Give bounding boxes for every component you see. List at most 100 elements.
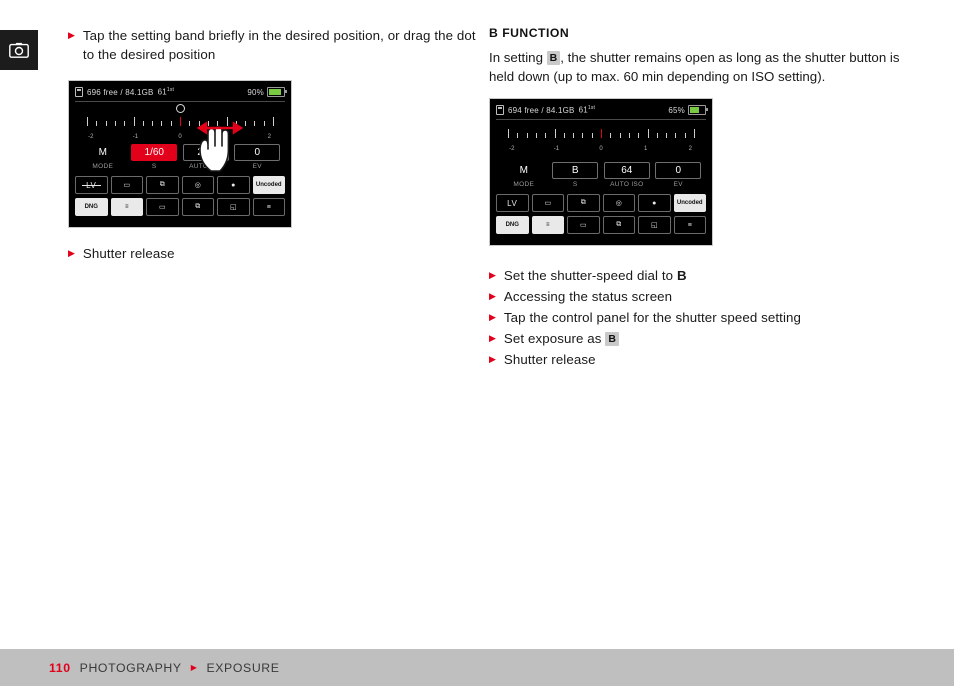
bullet-arrow-icon: ▶ <box>489 312 496 322</box>
step-item: ▶ Set exposure as B <box>489 329 901 348</box>
panel-cell-iso[interactable]: 200 AUTO ISO <box>180 142 232 170</box>
profile-glyph: ● <box>652 199 657 207</box>
scale-num: -2 <box>509 146 515 152</box>
scale-num: -1 <box>132 134 139 140</box>
flash-glyph: ◱ <box>650 222 658 229</box>
shots-suffix: 1st <box>166 87 175 94</box>
dng-label: DNG <box>84 204 98 210</box>
scale-num: 0 <box>178 134 182 140</box>
camera-status-screen-left: 696 free / 84.1GB 611st 90% -2 -1 0 1 2 … <box>68 80 292 228</box>
panel-cell-ev[interactable]: 0 EV <box>232 142 284 170</box>
uncoded-lens-button[interactable]: Uncoded <box>252 176 285 194</box>
memory-card-icon <box>75 87 83 97</box>
shots-count: 611st <box>579 105 596 115</box>
step-item: ▶ Set the shutter-speed dial to B <box>489 266 901 285</box>
frame-icon[interactable]: ▭ <box>110 176 143 194</box>
control-panel: M MODE B S 64 AUTO ISO 0 EV <box>496 160 706 188</box>
frame-glyph: ▭ <box>123 182 131 189</box>
step-item: ▶ Accessing the status screen <box>489 287 901 306</box>
scale-drag-dot[interactable] <box>176 104 185 113</box>
panel-cell-mode[interactable]: M MODE <box>498 160 550 188</box>
panel-cell-iso[interactable]: 64 AUTO ISO <box>601 160 653 188</box>
step-list: ▶ Set the shutter-speed dial to B ▶ Acce… <box>489 266 901 369</box>
step-text: Shutter release <box>503 352 596 367</box>
resolution-icon[interactable]: ≡ <box>110 198 143 216</box>
profile-glyph: ● <box>231 181 236 189</box>
page-number: 110 <box>49 660 71 675</box>
panel-label-ev: EV <box>673 181 683 188</box>
scale-num: -2 <box>88 134 94 140</box>
flash-icon[interactable]: ◱ <box>217 198 250 216</box>
control-panel: M MODE 1/60 S 200 AUTO ISO 0 EV <box>75 142 285 170</box>
section-paragraph: In setting B, the shutter remains open a… <box>489 48 901 86</box>
scale-num: 2 <box>688 146 692 152</box>
panel-cell-shutter[interactable]: 1/60 S <box>129 142 181 170</box>
drive-mode-icon[interactable]: ⧉ <box>602 216 635 234</box>
aspect-glyph: ▭ <box>158 204 166 211</box>
profile-icon[interactable]: ● <box>217 176 250 194</box>
lv-button[interactable]: LV <box>75 176 108 194</box>
section-heading: B FUNCTION <box>489 26 570 40</box>
resolution-icon[interactable]: ≡ <box>531 216 564 234</box>
panel-label-mode: MODE <box>92 163 114 170</box>
frame-icon[interactable]: ▭ <box>531 194 564 212</box>
lv-button[interactable]: LV <box>496 194 529 212</box>
shutter-release-bullet: ▶ Shutter release <box>68 244 480 263</box>
panel-cell-mode[interactable]: M MODE <box>77 142 129 170</box>
flash-icon[interactable]: ◱ <box>638 216 671 234</box>
resolution-glyph: ≡ <box>124 204 129 210</box>
breadcrumb-arrow-icon: ▶ <box>190 663 198 672</box>
bullet-arrow-icon: ▶ <box>489 291 496 301</box>
exposure-preview-icon[interactable]: ⧉ <box>146 176 179 194</box>
menu-icon[interactable]: ≡ <box>252 198 285 216</box>
scale-num: 0 <box>599 146 603 152</box>
aspect-icon[interactable]: ▭ <box>146 198 179 216</box>
chapter-tab <box>0 30 38 70</box>
panel-value-ev: 0 <box>655 162 702 179</box>
panel-value-ev: 0 <box>234 144 281 161</box>
panel-value-iso: 200 <box>182 144 229 161</box>
left-column: ▶ Tap the setting band briefly in the de… <box>68 26 480 265</box>
exposure-preview-icon[interactable]: ⧉ <box>567 194 600 212</box>
drive-mode-icon[interactable]: ⧉ <box>181 198 214 216</box>
lv-label: LV <box>507 198 518 208</box>
panel-label-iso: AUTO ISO <box>610 181 644 188</box>
white-balance-glyph: ◎ <box>615 200 622 207</box>
memory-card-icon <box>496 105 504 115</box>
shots-suffix: 1st <box>587 105 596 112</box>
camera-status-screen-right: 694 free / 84.1GB 611st 65% -2 -1 0 1 2 … <box>489 98 713 246</box>
aspect-icon[interactable]: ▭ <box>567 216 600 234</box>
step-item: ▶ Shutter release <box>489 350 901 369</box>
lv-strike-icon <box>82 185 101 186</box>
exposure-scale: -2 -1 0 1 2 <box>496 120 706 158</box>
scale-num: 1 <box>643 146 648 152</box>
resolution-glyph: ≡ <box>545 222 550 228</box>
white-balance-icon[interactable]: ◎ <box>181 176 214 194</box>
aspect-glyph: ▭ <box>579 222 587 229</box>
icon-row-1: LV ▭ ⧉ ◎ ● Uncoded <box>75 176 285 194</box>
footer-section: EXPOSURE <box>206 660 280 675</box>
dng-format-button[interactable]: DNG <box>75 198 108 216</box>
battery-percent-text: 65% <box>668 105 685 115</box>
menu-glyph: ≡ <box>266 203 271 211</box>
icon-grid: LV ▭ ⧉ ◎ ● Uncoded DNG ≡ ▭ ⧉ ◱ ≡ <box>496 194 706 234</box>
panel-cell-shutter[interactable]: B S <box>550 160 602 188</box>
icon-row-1: LV ▭ ⧉ ◎ ● Uncoded <box>496 194 706 212</box>
profile-icon[interactable]: ● <box>638 194 671 212</box>
scale-number-labels: -2 -1 0 1 2 <box>504 146 698 154</box>
menu-icon[interactable]: ≡ <box>673 216 706 234</box>
step-item: ▶ Tap the control panel for the shutter … <box>489 308 901 327</box>
panel-cell-ev[interactable]: 0 EV <box>653 160 705 188</box>
panel-value-mode: M <box>98 147 107 158</box>
camera-icon <box>9 42 29 58</box>
exposure-scale: -2 -1 0 1 2 <box>75 102 285 140</box>
step-key-bold: B <box>676 268 687 283</box>
uncoded-label: Uncoded <box>255 182 282 188</box>
exposure-preview-glyph: ⧉ <box>159 181 165 188</box>
dng-format-button[interactable]: DNG <box>496 216 529 234</box>
uncoded-lens-button[interactable]: Uncoded <box>673 194 706 212</box>
step-text: Set the shutter-speed dial to B <box>504 266 687 285</box>
drive-mode-glyph: ⧉ <box>195 203 201 210</box>
white-balance-icon[interactable]: ◎ <box>602 194 635 212</box>
paragraph-part-1: In setting <box>489 50 547 65</box>
